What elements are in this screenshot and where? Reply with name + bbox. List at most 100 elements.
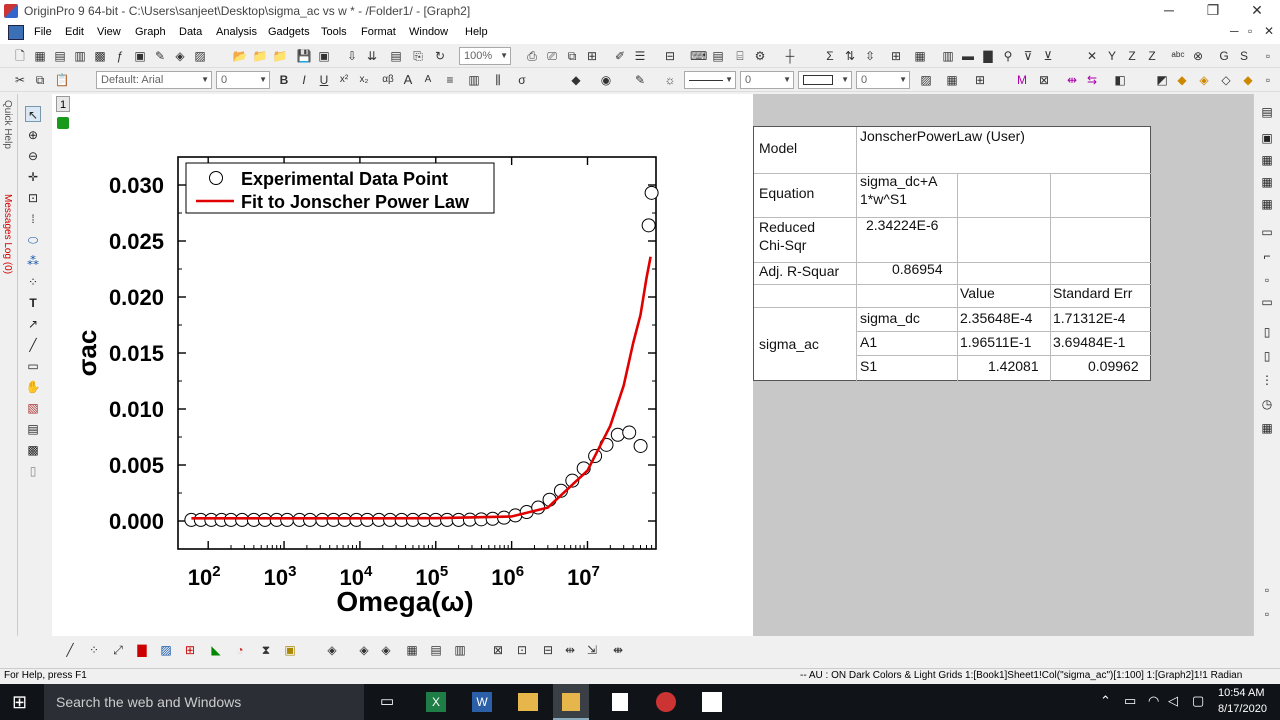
swap-icon[interactable]: ⇆ bbox=[1084, 72, 1100, 88]
label-axis-icon[interactable]: Z bbox=[1144, 48, 1160, 64]
add-right-y-icon[interactable]: ▦ bbox=[1259, 174, 1275, 190]
import-multiple-icon[interactable]: ⇊ bbox=[364, 48, 380, 64]
notifications-icon[interactable]: ▢ bbox=[1192, 693, 1204, 709]
menu-tools[interactable]: Tools bbox=[321, 26, 347, 38]
clock-time[interactable]: 10:54 AM bbox=[1218, 687, 1264, 699]
new-image-icon[interactable]: ▨ bbox=[192, 48, 208, 64]
zoom-out-icon[interactable]: ⊖ bbox=[25, 148, 41, 164]
distribute-icon[interactable]: ⇹ bbox=[562, 642, 578, 658]
code-icon[interactable]: ⌸ bbox=[732, 48, 748, 64]
new-excel-icon[interactable]: ▤ bbox=[52, 48, 68, 64]
lock-icon[interactable] bbox=[57, 117, 69, 129]
line-tool-icon[interactable]: ╱ bbox=[25, 337, 41, 353]
data-selector-icon[interactable]: ⊡ bbox=[25, 190, 41, 206]
volume-icon[interactable]: ◁ bbox=[1168, 693, 1178, 709]
close-button[interactable]: ✕ bbox=[1242, 2, 1272, 19]
layer-management-icon[interactable]: ▤ bbox=[1259, 104, 1275, 120]
task-view-icon[interactable]: ▭ bbox=[380, 693, 398, 711]
battery-icon[interactable]: ▭ bbox=[1124, 693, 1136, 709]
clock-icon[interactable]: ◷ bbox=[1259, 396, 1275, 412]
bar-chart-icon[interactable]: ▬ bbox=[960, 48, 976, 64]
script-window-icon[interactable]: ▤ bbox=[710, 48, 726, 64]
new-project-icon[interactable]: 🗋 bbox=[12, 48, 28, 64]
underline-button[interactable]: U bbox=[316, 72, 332, 88]
abc-icon[interactable]: ᵃᵇᶜ bbox=[1170, 48, 1186, 64]
grid-icon[interactable]: ▦ bbox=[944, 72, 960, 88]
region-icon[interactable]: ▩ bbox=[25, 442, 41, 458]
data-reader-icon[interactable]: ⁞ bbox=[25, 211, 41, 227]
3d-surface-icon[interactable]: ◈ bbox=[324, 642, 340, 658]
brightness-icon[interactable]: ☼ bbox=[662, 72, 678, 88]
add-top-x-icon[interactable]: ▦ bbox=[1259, 196, 1275, 212]
line-color-icon[interactable]: ✎ bbox=[632, 72, 648, 88]
increase-font-button[interactable]: A bbox=[400, 72, 416, 88]
fit-page-icon[interactable]: ▫ bbox=[1259, 272, 1275, 288]
mdi-restore-button[interactable]: ▫ bbox=[1248, 24, 1252, 38]
insert-table-icon[interactable]: ▤ bbox=[25, 421, 41, 437]
font-name-select[interactable]: Default: Arial ▼ bbox=[96, 71, 212, 89]
line-width-select[interactable]: 0 ▼ bbox=[740, 71, 794, 89]
graph-page[interactable]: σac Omega(ω) 0.030 0.025 0.020 0.015 0.010 0.0… bbox=[52, 94, 753, 636]
hand-tool-icon[interactable]: ✋ bbox=[25, 379, 41, 395]
project-explorer-icon[interactable]: ⊟ bbox=[662, 48, 678, 64]
italic-button[interactable]: I bbox=[296, 72, 312, 88]
recalculate-icon[interactable]: ↻ bbox=[432, 48, 448, 64]
pointer-icon[interactable]: ↖ bbox=[25, 106, 41, 122]
layer-icon[interactable]: ◧ bbox=[1112, 72, 1128, 88]
column-icon[interactable]: ▯ bbox=[1259, 324, 1275, 340]
scale-icon[interactable]: ⬭ bbox=[25, 232, 41, 248]
zoom-out-region-icon[interactable]: ⊟ bbox=[540, 642, 556, 658]
fit-results-table[interactable]: Model JonscherPowerLaw (User) Equation s… bbox=[753, 126, 1152, 382]
x-axis-icon[interactable]: ✕ bbox=[1084, 48, 1100, 64]
layer-number-button[interactable]: 1 bbox=[56, 96, 70, 112]
arrange-icon[interactable]: ⇹ bbox=[1064, 72, 1080, 88]
clock-date[interactable]: 8/17/2020 bbox=[1218, 703, 1267, 715]
multi-panel-icon[interactable]: ▨ bbox=[158, 642, 174, 658]
open-icon[interactable]: 📂 bbox=[232, 48, 248, 64]
text-align-icon[interactable]: ≡ bbox=[442, 72, 458, 88]
scroll-icon[interactable]: ▫ bbox=[1259, 582, 1275, 598]
arrow-tool-icon[interactable]: ↗ bbox=[25, 316, 41, 332]
text-tool-icon[interactable]: T bbox=[25, 295, 41, 311]
sort-columns-icon[interactable]: ⇳ bbox=[862, 48, 878, 64]
stat-chart-icon[interactable]: ⧗ bbox=[258, 642, 274, 658]
chevron-up-icon[interactable]: ⌃ bbox=[1100, 693, 1111, 709]
results-log-icon[interactable]: ☰ bbox=[632, 48, 648, 64]
notepad-icon[interactable] bbox=[612, 693, 628, 711]
rectangle-tool-icon[interactable]: ▭ bbox=[25, 358, 41, 374]
box-plot-icon[interactable]: ⊞ bbox=[182, 642, 198, 658]
new-graph-icon[interactable]: ▥ bbox=[72, 48, 88, 64]
ungroup-icon[interactable]: ◇ bbox=[1218, 72, 1234, 88]
cut-icon[interactable]: ✂ bbox=[12, 72, 28, 88]
zoom-in-icon[interactable]: ⊕ bbox=[25, 127, 41, 143]
new-workbook-icon[interactable]: ▦ bbox=[32, 48, 48, 64]
excel-icon[interactable]: X bbox=[426, 692, 446, 712]
gear-icon[interactable]: ⚙ bbox=[752, 48, 768, 64]
windows-start-icon[interactable]: ⊞ bbox=[12, 692, 32, 712]
menu-format[interactable]: Format bbox=[361, 26, 396, 38]
image-plot-icon[interactable]: ▥ bbox=[452, 642, 468, 658]
add-column-icon[interactable]: ┼ bbox=[782, 48, 798, 64]
word-icon[interactable]: W bbox=[472, 692, 492, 712]
import-wizard-icon[interactable]: ▤ bbox=[388, 48, 404, 64]
object-icon[interactable]: ◆ bbox=[1240, 72, 1256, 88]
extract-layers-icon[interactable]: ⌐ bbox=[1259, 248, 1275, 264]
template-icon[interactable]: ▣ bbox=[282, 642, 298, 658]
table-icon[interactable]: ⊞ bbox=[972, 72, 988, 88]
menu-file[interactable]: File bbox=[34, 26, 52, 38]
border-style-select[interactable]: ▼ bbox=[798, 71, 852, 89]
photos-icon[interactable] bbox=[702, 692, 722, 712]
eraser-icon[interactable]: ▯ bbox=[25, 463, 41, 479]
mdi-close-button[interactable]: ✕ bbox=[1264, 24, 1274, 38]
duplicate-icon[interactable]: ⊞ bbox=[584, 48, 600, 64]
sigma-icon[interactable]: σ bbox=[514, 72, 530, 88]
3d-bars-icon[interactable]: ◈ bbox=[356, 642, 372, 658]
group-icon[interactable]: ◈ bbox=[1196, 72, 1212, 88]
file-explorer-icon[interactable] bbox=[518, 693, 538, 711]
column-format-icon[interactable]: ▥ bbox=[466, 72, 482, 88]
menu-data[interactable]: Data bbox=[179, 26, 202, 38]
code-builder-icon[interactable]: ✐ bbox=[612, 48, 628, 64]
menu-help[interactable]: Help bbox=[465, 26, 488, 38]
z-axis-icon[interactable]: Z bbox=[1124, 48, 1140, 64]
superscript-button[interactable]: x² bbox=[336, 72, 352, 88]
